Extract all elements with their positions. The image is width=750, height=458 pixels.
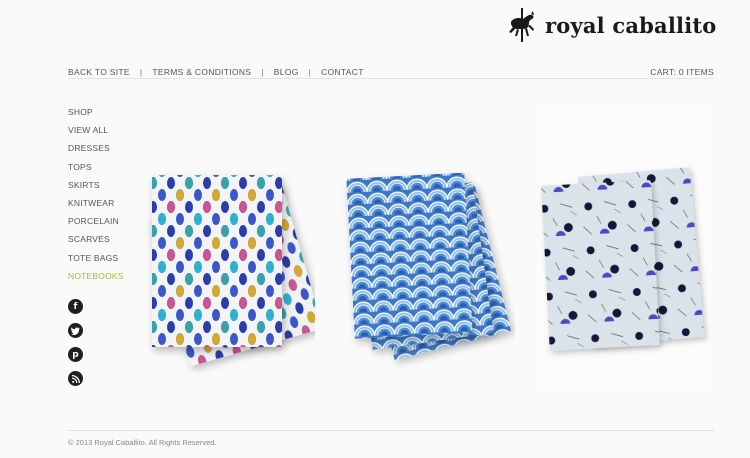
- brand-name: royal caballito: [545, 12, 717, 38]
- sidebar-item-notebooks[interactable]: NOTEBOOKS: [68, 271, 124, 289]
- nav-back-to-site[interactable]: BACK TO SITE: [68, 67, 130, 77]
- header-divider: [68, 78, 714, 79]
- sidebar-item-skirts[interactable]: SKIRTS: [68, 180, 124, 198]
- pinterest-icon[interactable]: p: [68, 347, 83, 362]
- sidebar-menu: SHOP VIEW ALL DRESSES TOPS SKIRTS KNITWE…: [68, 107, 124, 289]
- top-navigation: BACK TO SITE | TERMS & CONDITIONS | BLOG…: [68, 65, 714, 79]
- footer-copyright: © 2013 Royal Caballito. All Rights Reser…: [68, 438, 217, 447]
- geometric-notebook-image: [541, 167, 705, 351]
- product-notebook-polka-dots[interactable]: [130, 105, 323, 375]
- sidebar-item-shop[interactable]: SHOP: [68, 107, 124, 125]
- product-notebook-waves[interactable]: [330, 105, 515, 375]
- nav-terms-conditions[interactable]: TERMS & CONDITIONS: [152, 67, 251, 77]
- product-notebook-geometric[interactable]: [537, 107, 712, 387]
- footer-divider: [68, 430, 714, 431]
- twitter-icon[interactable]: [68, 323, 83, 338]
- nav-separator: |: [308, 67, 312, 77]
- carousel-horse-icon: [509, 8, 534, 42]
- nav-separator: |: [261, 67, 264, 77]
- brand-logo[interactable]: royal caballito: [505, 8, 717, 42]
- sidebar-item-knitwear[interactable]: KNITWEAR: [68, 198, 124, 216]
- sidebar-item-tote-bags[interactable]: TOTE BAGS: [68, 253, 124, 271]
- social-links: f p: [68, 299, 83, 395]
- nav-blog[interactable]: BLOG: [274, 67, 299, 77]
- sidebar-item-porcelain[interactable]: PORCELAIN: [68, 216, 124, 234]
- facebook-icon[interactable]: f: [68, 299, 83, 314]
- cart-link[interactable]: CART: 0 ITEMS: [650, 67, 714, 77]
- nav-contact[interactable]: CONTACT: [321, 67, 364, 77]
- nav-separator: |: [139, 67, 143, 77]
- sidebar-item-dresses[interactable]: DRESSES: [68, 143, 124, 161]
- sidebar-item-scarves[interactable]: SCARVES: [68, 234, 124, 252]
- polka-dot-notebook-image: [148, 175, 323, 367]
- wave-notebook-image: [346, 172, 511, 360]
- sidebar-item-tops[interactable]: TOPS: [68, 162, 124, 180]
- rss-icon[interactable]: [68, 371, 83, 386]
- sidebar-item-view-all[interactable]: VIEW ALL: [68, 125, 124, 143]
